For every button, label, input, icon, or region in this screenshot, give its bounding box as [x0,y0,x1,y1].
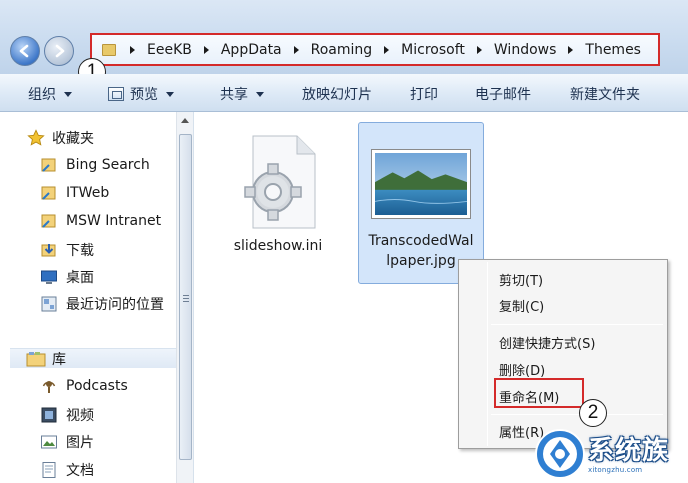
sidebar-item-pictures[interactable]: 图片 [40,432,94,452]
chevron-down-icon [256,91,264,97]
favorites-group[interactable]: 收藏夹 [26,128,94,148]
menu-divider [491,414,663,415]
navigation-pane: 收藏夹 Bing Search ITWeb MSW Intranet 下载 桌面 [0,112,194,483]
share-menu-button[interactable]: 共享 [220,84,264,104]
menu-item-copy[interactable]: 复制(C) [499,296,544,315]
breadcrumb-roaming[interactable]: Roaming [311,42,373,58]
shortcut-folder-icon [40,184,58,202]
sidebar-item-label: MSW Intranet [66,213,162,229]
video-icon [40,406,58,424]
address-bar[interactable]: EeeKB AppData Roaming Microsoft Windows … [90,33,660,66]
callout-number-2: 2 [579,399,607,427]
new-folder-button[interactable]: 新建文件夹 [570,84,640,104]
organize-menu-button[interactable]: 组织 [28,84,72,104]
sidebar-item-msw-intranet[interactable]: MSW Intranet [40,212,161,230]
star-icon [26,129,46,147]
watermark: 系统族 xitongzhu.com [534,428,688,483]
preview-menu-button[interactable]: 预览 [108,84,174,104]
file-item-slideshow-ini[interactable]: slideshow.ini [218,126,338,256]
sidebar-item-videos[interactable]: 视频 [40,405,94,425]
documents-icon [40,461,58,479]
watermark-url: xitongzhu.com [588,466,643,474]
sidebar-item-label: 文档 [66,463,94,479]
menu-item-cut[interactable]: 剪切(T) [499,270,543,289]
breadcrumb-separator-icon[interactable] [130,45,135,54]
breadcrumb-separator-icon[interactable] [384,45,390,54]
breadcrumb-appdata[interactable]: AppData [221,42,282,58]
slideshow-button[interactable]: 放映幻灯片 [302,84,372,104]
folder-icon [102,43,116,56]
recent-places-icon [40,295,58,313]
print-button[interactable]: 打印 [410,84,438,104]
menu-gutter [487,262,488,446]
scroll-up-arrow-icon[interactable] [181,118,189,123]
pictures-icon [40,433,58,451]
breadcrumb-themes[interactable]: Themes [585,42,641,58]
sidebar-item-label: 图片 [66,435,94,451]
sidebar-item-downloads[interactable]: 下载 [40,240,94,260]
preview-icon [108,87,124,101]
shortcut-folder-icon [40,212,58,230]
libraries-group[interactable]: 库 [26,349,66,369]
forward-button[interactable] [44,36,74,66]
rename-highlight-box [494,378,584,408]
file-name: slideshow.ini [233,238,323,254]
sidebar-item-documents[interactable]: 文档 [40,460,94,480]
grip-icon [183,295,189,302]
sidebar-item-label: 视频 [66,408,94,424]
menu-item-create-shortcut[interactable]: 创建快捷方式(S) [499,333,595,352]
breadcrumb-separator-icon[interactable] [476,45,482,54]
email-button[interactable]: 电子邮件 [475,84,531,104]
sidebar-item-label: 最近访问的位置 [66,297,164,313]
favorites-label: 收藏夹 [52,131,94,147]
library-icon [26,350,46,368]
preview-label: 预览 [130,87,158,103]
sidebar-item-desktop[interactable]: 桌面 [40,267,94,287]
image-thumbnail [371,149,471,219]
sidebar-item-itweb[interactable]: ITWeb [40,184,109,202]
download-folder-icon [40,241,58,259]
sidebar-item-bing-search[interactable]: Bing Search [40,156,150,174]
context-menu: 剪切(T) 复制(C) 创建快捷方式(S) 删除(D) 重命名(M) 属性(R) [458,259,668,449]
sidebar-item-label: Bing Search [66,157,150,173]
shortcut-folder-icon [40,156,58,174]
arrow-left-icon [19,44,29,58]
sidebar-item-label: Podcasts [66,378,128,394]
podcast-icon [40,377,58,395]
breadcrumb-separator-icon[interactable] [203,45,209,54]
breadcrumb-separator-icon[interactable] [293,45,299,54]
command-toolbar: 组织 预览 共享 放映幻灯片 打印 电子邮件 新建文件夹 [0,74,688,112]
settings-file-icon [239,134,317,230]
breadcrumb-microsoft[interactable]: Microsoft [401,42,465,58]
chevron-down-icon [166,91,174,97]
breadcrumb-separator-icon[interactable] [568,45,574,54]
share-label: 共享 [220,87,248,103]
desktop-icon [40,268,58,286]
sidebar-item-label: ITWeb [66,185,110,201]
menu-item-delete[interactable]: 删除(D) [499,360,545,379]
sidebar-item-label: 桌面 [66,270,94,286]
breadcrumb-eeekb[interactable]: EeeKB [147,42,192,58]
breadcrumb-windows[interactable]: Windows [494,42,557,58]
watermark-title: 系统族 [588,436,670,466]
watermark-logo-icon [535,429,585,479]
menu-divider [491,324,663,325]
sidebar-scrollbar[interactable] [176,112,193,483]
arrow-right-icon [55,44,65,58]
back-button[interactable] [10,36,40,66]
chevron-down-icon [64,91,72,97]
organize-label: 组织 [28,87,56,103]
sidebar-item-recent-places[interactable]: 最近访问的位置 [40,294,164,314]
file-name-line-1: TranscodedWal [368,233,474,249]
sidebar-item-podcasts[interactable]: Podcasts [40,377,128,395]
libraries-label: 库 [52,352,66,368]
sidebar-item-label: 下载 [66,243,94,259]
scrollbar-thumb[interactable] [179,134,192,460]
